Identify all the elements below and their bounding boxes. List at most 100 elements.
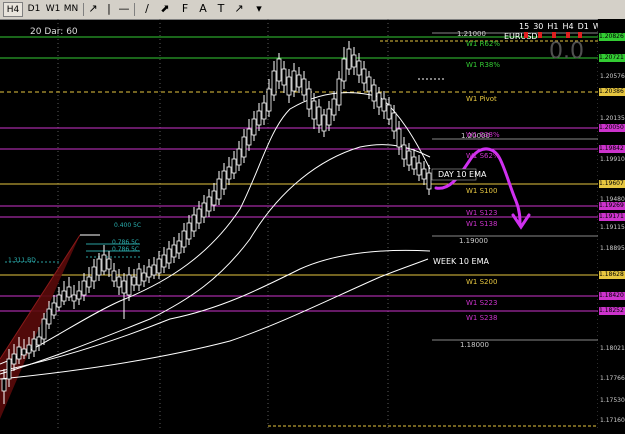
candle-body bbox=[241, 136, 247, 158]
trendline-icon[interactable]: ∕ bbox=[140, 2, 154, 16]
candle-body bbox=[91, 266, 97, 282]
arrow-tools-icon[interactable]: ↗ bbox=[232, 2, 246, 16]
level-price-tag: 1.19842 bbox=[599, 145, 625, 153]
cursor-arrow-icon[interactable]: ↗ bbox=[86, 2, 100, 16]
toolbar-separator bbox=[83, 3, 84, 16]
candle-body bbox=[111, 270, 117, 282]
round-price-label: 1.19000 bbox=[459, 237, 488, 245]
text-icon[interactable]: A bbox=[196, 2, 210, 16]
level-price-tag: 1.19171 bbox=[599, 213, 625, 221]
tf-30[interactable]: 30 bbox=[533, 22, 543, 31]
candle-body bbox=[26, 344, 32, 354]
price-chart[interactable]: 20 Dar: 60 EURUSD 0.0 15 30 H1 H4 D1 W1 … bbox=[0, 19, 625, 430]
timeframe-d1[interactable]: D1 bbox=[25, 2, 43, 17]
top-timeframe-bar: 15 30 H1 H4 D1 W1 bbox=[519, 22, 606, 31]
price-axis-tick: 1.18895 bbox=[600, 245, 625, 252]
candle-body bbox=[156, 258, 162, 274]
candle-body bbox=[181, 230, 187, 248]
candle-body bbox=[276, 58, 282, 82]
round-price-label: 1.18000 bbox=[460, 341, 489, 349]
candle-body bbox=[306, 88, 312, 110]
price-axis-tick: 1.20576 bbox=[600, 73, 625, 80]
candle-body bbox=[11, 353, 17, 365]
moving-average-line bbox=[0, 92, 431, 365]
price-axis-tick: 1.20135 bbox=[600, 115, 625, 122]
price-axis-tick: 1.17766 bbox=[600, 375, 625, 382]
horizontal-line-icon[interactable]: — bbox=[117, 2, 131, 16]
candle-body bbox=[351, 54, 357, 68]
candle-body bbox=[16, 346, 22, 360]
candle-body bbox=[46, 308, 52, 325]
candle-body bbox=[316, 106, 322, 126]
candle-body bbox=[266, 88, 272, 112]
candle-body bbox=[6, 358, 12, 380]
price-axis[interactable]: 1.20826 1.20721 1.20386 1.20050 1.19842 1.196… bbox=[598, 19, 625, 430]
candle-body bbox=[71, 294, 77, 302]
level-label: W1 S138 bbox=[466, 220, 498, 228]
candle-body bbox=[21, 348, 27, 356]
timeframe-h4[interactable]: H4 bbox=[3, 2, 23, 17]
candle-body bbox=[411, 156, 417, 170]
candle-body bbox=[391, 112, 397, 132]
tf-h1[interactable]: H1 bbox=[547, 22, 558, 31]
candle-body bbox=[416, 162, 422, 176]
candle-body bbox=[66, 286, 72, 298]
moving-averages bbox=[0, 92, 431, 380]
level-price-tag: 1.18420 bbox=[599, 292, 625, 300]
price-axis-tick: 1.18021 bbox=[600, 345, 625, 352]
price-axis-tick: 1.17530 bbox=[600, 397, 625, 404]
candle-body bbox=[166, 248, 172, 264]
channel-icon[interactable]: ⬈ bbox=[158, 2, 172, 16]
level-price-tag: 1.20721 bbox=[599, 54, 625, 62]
candle-body bbox=[281, 68, 287, 86]
fib-label: 0.786 5C bbox=[112, 239, 140, 246]
level-label: W1 R62% bbox=[466, 40, 501, 48]
candle-body bbox=[201, 202, 207, 218]
level-price-tag: 1.20386 bbox=[599, 88, 625, 96]
candle-body bbox=[171, 244, 177, 258]
timeframe-w1[interactable]: W1 bbox=[44, 2, 62, 17]
tf-15[interactable]: 15 bbox=[519, 22, 529, 31]
candle-body bbox=[96, 258, 102, 276]
candle-body bbox=[106, 258, 112, 270]
level-label: W1 S238 bbox=[466, 314, 498, 322]
candle-body bbox=[121, 280, 127, 294]
fibonacci-icon[interactable]: F bbox=[178, 2, 192, 16]
candle-body bbox=[211, 190, 217, 206]
candle-body bbox=[331, 98, 337, 116]
candle-body bbox=[341, 58, 347, 82]
chart-canvas bbox=[0, 19, 599, 430]
level-label: W1 S123 bbox=[466, 209, 498, 217]
candle-body bbox=[426, 172, 432, 190]
level-label: W1 S223 bbox=[466, 299, 498, 307]
level-price-tag: 1.18628 bbox=[599, 271, 625, 279]
candle-body bbox=[61, 290, 67, 302]
candle-body bbox=[126, 274, 132, 296]
fib-label: 1.311 BD bbox=[8, 257, 36, 264]
vertical-line-icon[interactable]: | bbox=[102, 2, 116, 16]
more-tools-dropdown-icon[interactable]: ▾ bbox=[252, 2, 266, 16]
candle-body bbox=[191, 214, 197, 232]
candle-body bbox=[41, 318, 47, 340]
candle-body bbox=[381, 98, 387, 112]
candle-body bbox=[196, 208, 202, 224]
candlesticks bbox=[1, 41, 432, 404]
candle-body bbox=[371, 84, 377, 102]
tf-h4[interactable]: H4 bbox=[562, 22, 573, 31]
candle-body bbox=[326, 108, 332, 126]
timeframe-mn[interactable]: MN bbox=[62, 2, 80, 17]
level-price-tag: 1.18252 bbox=[599, 307, 625, 315]
spread-value: 0.0 bbox=[549, 39, 584, 64]
indicator-label: 20 Dar: 60 bbox=[30, 27, 78, 37]
price-axis-tick: 1.17160 bbox=[600, 417, 625, 424]
level-label: W1 S200 bbox=[466, 278, 498, 286]
text-label-icon[interactable]: T bbox=[214, 2, 228, 16]
candle-body bbox=[361, 68, 367, 84]
tf-d1[interactable]: D1 bbox=[578, 22, 589, 31]
candle-body bbox=[221, 170, 227, 190]
candle-body bbox=[396, 128, 402, 148]
candle-body bbox=[421, 168, 427, 180]
candle-body bbox=[81, 280, 87, 296]
price-axis-tick: 1.19910 bbox=[600, 156, 625, 163]
candle-body bbox=[296, 74, 302, 88]
